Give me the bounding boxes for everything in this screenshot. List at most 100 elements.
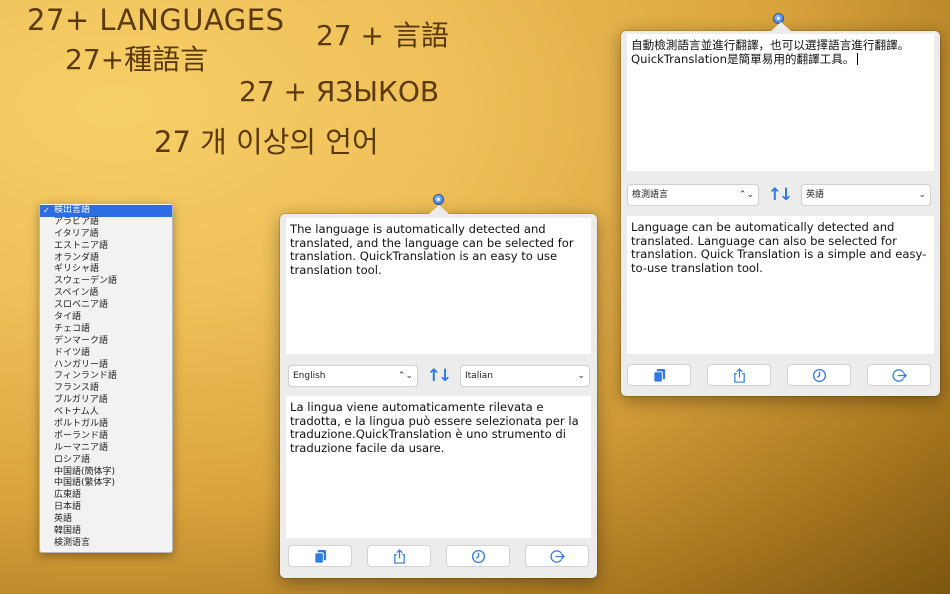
exit-icon [549, 549, 565, 563]
checkmark-icon: ✓ [43, 206, 50, 215]
language-menu-item-label: エストニア語 [54, 240, 109, 251]
language-menu-item-label: アラビア語 [54, 216, 100, 227]
headline-languages-japanese: 27 + 言語 [316, 19, 449, 52]
language-menu-item-label: イタリア語 [54, 228, 99, 239]
language-menu-item[interactable]: 広東語 [40, 490, 172, 502]
headline-languages-russian: 27 + ЯЗЫКОВ [239, 75, 440, 108]
target-language-select[interactable]: Italian ⌄ [460, 365, 590, 387]
language-menu-item-label: スペイン語 [54, 288, 99, 299]
language-menu-item[interactable]: デンマーク語 [40, 336, 172, 348]
language-menu-item[interactable]: ハンガリー語 [40, 360, 172, 372]
language-menu-item[interactable]: 韓国語 [40, 526, 172, 538]
language-menu-item[interactable]: スロベニア語 [40, 300, 172, 312]
language-menu-item-label: ポルトガル語 [54, 419, 109, 430]
language-menu-item-label: ハンガリー語 [54, 359, 109, 370]
popover-toolbar [627, 364, 934, 386]
language-menu-item[interactable]: チェコ語 [40, 324, 172, 336]
target-language-select[interactable]: 英語 ⌄ [801, 184, 931, 206]
language-menu-item-label: スロベニア語 [54, 300, 109, 311]
language-menu-item[interactable]: ロシア語 [40, 455, 172, 467]
language-menu-item-label: ポーランド語 [54, 430, 109, 441]
copy-icon [313, 549, 326, 564]
copy-button[interactable] [288, 545, 352, 567]
language-menu-item[interactable]: ポルトガル語 [40, 419, 172, 431]
source-language-label: 檢測語言 [632, 190, 669, 200]
history-icon [471, 549, 485, 563]
exit-icon [891, 368, 907, 382]
exit-button[interactable] [525, 545, 589, 567]
language-menu-item[interactable]: 中国語(簡体字) [40, 467, 172, 479]
language-menu-item[interactable]: ポーランド語 [40, 431, 172, 443]
source-text-area[interactable]: The language is automatically detected a… [286, 218, 591, 354]
language-menu-item-label: 検出言語 [54, 205, 91, 215]
headline-languages-chinese: 27+種語言 [65, 43, 209, 76]
source-language-label: English [293, 371, 326, 381]
share-button[interactable] [367, 545, 431, 567]
language-menu-item[interactable]: 中国語(繁体字) [40, 478, 172, 490]
language-menu-item-label: ブルガリア語 [54, 395, 108, 406]
language-menu-item-label: 中国語(簡体字) [54, 466, 116, 477]
language-menu-item[interactable]: 日本語 [40, 502, 172, 514]
language-menu-item-label: ルーマニア語 [54, 442, 109, 453]
copy-button[interactable] [627, 364, 691, 386]
menubar-status-icon[interactable] [433, 194, 444, 205]
language-menu-item-label: 検測语言 [54, 537, 91, 548]
language-menu-item-label: デンマーク語 [54, 335, 109, 346]
stepper-arrows-icon: ⌃⌄ [738, 190, 754, 200]
language-menu-item[interactable]: 検測语言 [40, 538, 172, 550]
source-language-select[interactable]: English ⌃⌄ [288, 365, 418, 387]
swap-arrows-icon: ↑↓ [767, 185, 793, 205]
text-cursor [856, 52, 858, 65]
language-menu-item-label: チェコ語 [54, 323, 91, 334]
language-menu-item[interactable]: スペイン語 [40, 288, 172, 300]
language-menu-item[interactable]: フィンランド語 [40, 371, 172, 383]
language-menu-item[interactable]: ブルガリア語 [40, 395, 172, 407]
language-menu-item[interactable]: ルーマニア語 [40, 443, 172, 455]
language-menu-item[interactable]: ベトナム人 [40, 407, 172, 419]
language-menu-item[interactable]: 英語 [40, 514, 172, 526]
language-menu-item-label: 中国語(繁体字) [54, 478, 116, 489]
chevron-down-icon: ⌄ [918, 190, 926, 200]
target-language-label: 英語 [806, 190, 825, 200]
share-button[interactable] [707, 364, 771, 386]
language-dropdown-menu[interactable]: ✓ 検出言語 アラビア語 イタリア語 エストニア語オランダ語 ギリシャ語 スウェーデン語 スペ… [39, 203, 173, 553]
language-menu-item[interactable]: フランス語 [40, 383, 172, 395]
translation-popover-right: 自動檢測語言並進行翻譯，也可以選擇語言進行翻譯。QuickTranslation… [621, 22, 940, 396]
swap-arrows-icon: ↑↓ [426, 366, 452, 386]
language-menu-item[interactable]: ドイツ語 [40, 348, 172, 360]
stepper-arrows-icon: ⌃⌄ [397, 371, 413, 381]
exit-button[interactable] [867, 364, 931, 386]
language-menu-item[interactable]: アラビア語 [40, 217, 172, 229]
language-menu-item[interactable]: スウェーデン語 [40, 276, 172, 288]
source-language-select[interactable]: 檢測語言 ⌃⌄ [627, 184, 759, 206]
swap-languages-button[interactable]: ↑↓ [767, 185, 793, 205]
language-menu-item[interactable]: エストニア語 [40, 241, 172, 253]
language-menu-item[interactable]: イタリア語 [40, 229, 172, 241]
translated-text-area[interactable]: La lingua viene automaticamente rilevata… [286, 396, 591, 538]
source-text: 自動檢測語言並進行翻譯，也可以選擇語言進行翻譯。QuickTranslation… [631, 38, 910, 66]
translated-text-area[interactable]: Language can be automatically detected a… [627, 216, 934, 354]
target-language-label: Italian [465, 371, 493, 381]
history-button[interactable] [787, 364, 851, 386]
headline-languages-english: 27+ LANGUAGES [27, 3, 285, 37]
swap-languages-button[interactable]: ↑↓ [426, 366, 452, 386]
language-menu-item[interactable]: オランダ語 [40, 253, 172, 265]
language-menu-item[interactable]: ✓ 検出言語 [40, 205, 172, 217]
language-menu-item-label: ドイツ語 [54, 347, 91, 358]
history-icon [812, 368, 826, 382]
headline-languages-korean: 27 개 이상의 언어 [154, 125, 379, 159]
share-icon [393, 548, 405, 564]
copy-icon [652, 368, 665, 383]
language-menu-item-label: タイ語 [54, 312, 82, 323]
translation-popover-left: The language is automatically detected a… [280, 205, 597, 578]
language-menu-item-label: フィンランド語 [54, 371, 117, 382]
share-icon [733, 367, 745, 383]
language-menu-item[interactable]: タイ語 [40, 312, 172, 324]
language-menu-item-label: フランス語 [54, 383, 99, 394]
language-menu-item-label: 日本語 [54, 502, 82, 513]
language-menu-item[interactable]: ギリシャ語 [40, 264, 172, 276]
language-menu-item-label: スウェーデン語 [54, 276, 118, 287]
source-text-area[interactable]: 自動檢測語言並進行翻譯，也可以選擇語言進行翻譯。QuickTranslation… [627, 34, 934, 171]
popover-toolbar [288, 545, 590, 567]
history-button[interactable] [446, 545, 510, 567]
